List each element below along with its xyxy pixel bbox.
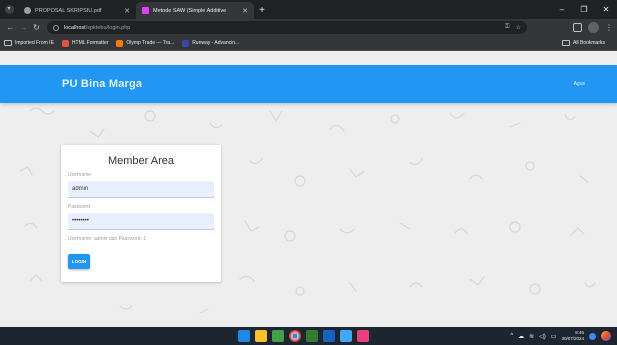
chevron-up-icon[interactable]: ^: [510, 333, 513, 339]
site-info-icon[interactable]: [53, 24, 59, 31]
store-icon[interactable]: [340, 330, 352, 342]
folder-icon: [4, 40, 12, 46]
system-tray: ^ ☁ ≋ ◁) ▭ 8:45 30/07/2024: [510, 327, 611, 345]
chrome-icon[interactable]: [289, 330, 301, 342]
username-label: Username: [68, 172, 92, 178]
runway-icon: [182, 39, 190, 47]
excel-icon[interactable]: [306, 330, 318, 342]
close-icon[interactable]: ✕: [242, 7, 248, 15]
close-icon[interactable]: ✕: [124, 7, 130, 15]
all-bookmarks-button[interactable]: All Bookmarks: [562, 40, 605, 46]
bookmark-olymp-trade[interactable]: Olymp Trade — Tra...: [116, 39, 175, 47]
tab-metode-saw[interactable]: Metode SAW (Simple Additive ✕: [136, 2, 254, 19]
reload-icon[interactable]: ↻: [30, 21, 43, 34]
restore-icon[interactable]: ❐: [573, 0, 595, 19]
cloud-icon[interactable]: ☁: [518, 333, 524, 340]
notepad-icon[interactable]: [272, 330, 284, 342]
word-icon[interactable]: [323, 330, 335, 342]
bookmark-label: HTML Formatter: [71, 40, 109, 46]
header-user-link[interactable]: Agus: [574, 81, 585, 87]
bookmark-label: Olymp Trade — Tra...: [126, 40, 175, 46]
tab-title: Metode SAW (Simple Additive: [153, 7, 227, 14]
login-card: Member Area Username Password Username: …: [61, 145, 221, 282]
password-input[interactable]: [68, 213, 214, 230]
bookmark-label: Imported From IE: [15, 40, 54, 46]
html-formatter-icon: [61, 39, 69, 47]
username-input[interactable]: [68, 181, 214, 198]
app-icon[interactable]: [357, 330, 369, 342]
window-controls: – ❐ ✕: [551, 0, 617, 19]
url-path: /spktebu/login.php: [85, 24, 131, 31]
pdf-favicon-icon: [24, 7, 31, 14]
extensions-icon[interactable]: [573, 23, 582, 32]
bookmark-html-formatter[interactable]: HTML Formatter: [61, 39, 109, 47]
login-hint: Username: admin dan Password: 1: [68, 236, 147, 242]
folder-icon: [562, 40, 571, 46]
battery-icon[interactable]: ▭: [551, 333, 557, 340]
windows-taskbar: ^ ☁ ≋ ◁) ▭ 8:45 30/07/2024: [0, 327, 617, 345]
bookmark-runway[interactable]: Runway - Advancin...: [182, 39, 240, 47]
page-viewport: PU Bina Marga Agus Member Area Username …: [0, 51, 617, 327]
minimize-icon[interactable]: –: [551, 0, 573, 19]
forward-icon[interactable]: →: [17, 21, 30, 34]
site-favicon-icon: [142, 7, 149, 14]
login-button[interactable]: LOGIN: [68, 254, 90, 269]
taskbar-apps: [238, 330, 369, 342]
bookmark-imported-from-ie[interactable]: Imported From IE: [4, 40, 54, 46]
olymp-trade-icon: [116, 39, 124, 47]
tab-search-button[interactable]: ▾: [0, 0, 18, 19]
clock-date: 30/07/2024: [561, 336, 584, 341]
bookmark-label: Runway - Advancin...: [192, 40, 240, 46]
volume-icon[interactable]: ◁): [539, 333, 546, 340]
url-host: localhost: [64, 24, 86, 31]
address-bar[interactable]: localhost/spktebu/login.php ⚿ ☆: [47, 21, 527, 34]
tab-strip: ▾ PROPOSAL SKRIPSIU.pdf ✕ Metode SAW (Si…: [0, 0, 617, 19]
bookmark-star-icon[interactable]: ☆: [516, 24, 521, 31]
bookmark-label: All Bookmarks: [573, 40, 605, 46]
chevron-down-icon: ▾: [4, 5, 14, 14]
bookmarks-bar: Imported From IE HTML Formatter Olymp Tr…: [0, 36, 617, 51]
back-icon[interactable]: ←: [4, 21, 17, 34]
profile-avatar[interactable]: [588, 22, 599, 33]
browser-toolbar: ← → ↻ localhost/spktebu/login.php ⚿ ☆ ⋮: [0, 19, 617, 36]
copilot-icon[interactable]: [601, 331, 611, 341]
clock[interactable]: 8:45 30/07/2024: [561, 330, 584, 342]
login-title: Member Area: [107, 155, 175, 167]
brand-title[interactable]: PU Bina Marga: [62, 78, 142, 90]
more-menu-icon[interactable]: ⋮: [605, 23, 613, 32]
app-header: PU Bina Marga Agus: [0, 65, 617, 103]
tab-title: PROPOSAL SKRIPSIU.pdf: [35, 7, 102, 14]
notification-icon[interactable]: [589, 332, 596, 340]
password-key-icon[interactable]: ⚿: [505, 24, 510, 31]
close-window-icon[interactable]: ✕: [595, 0, 617, 19]
start-windows-icon[interactable]: [238, 330, 250, 342]
new-tab-button[interactable]: +: [254, 2, 270, 19]
tab-proposal[interactable]: PROPOSAL SKRIPSIU.pdf ✕: [18, 2, 136, 19]
wifi-icon[interactable]: ≋: [529, 333, 534, 340]
file-explorer-icon[interactable]: [255, 330, 267, 342]
password-label: Password: [68, 204, 90, 210]
